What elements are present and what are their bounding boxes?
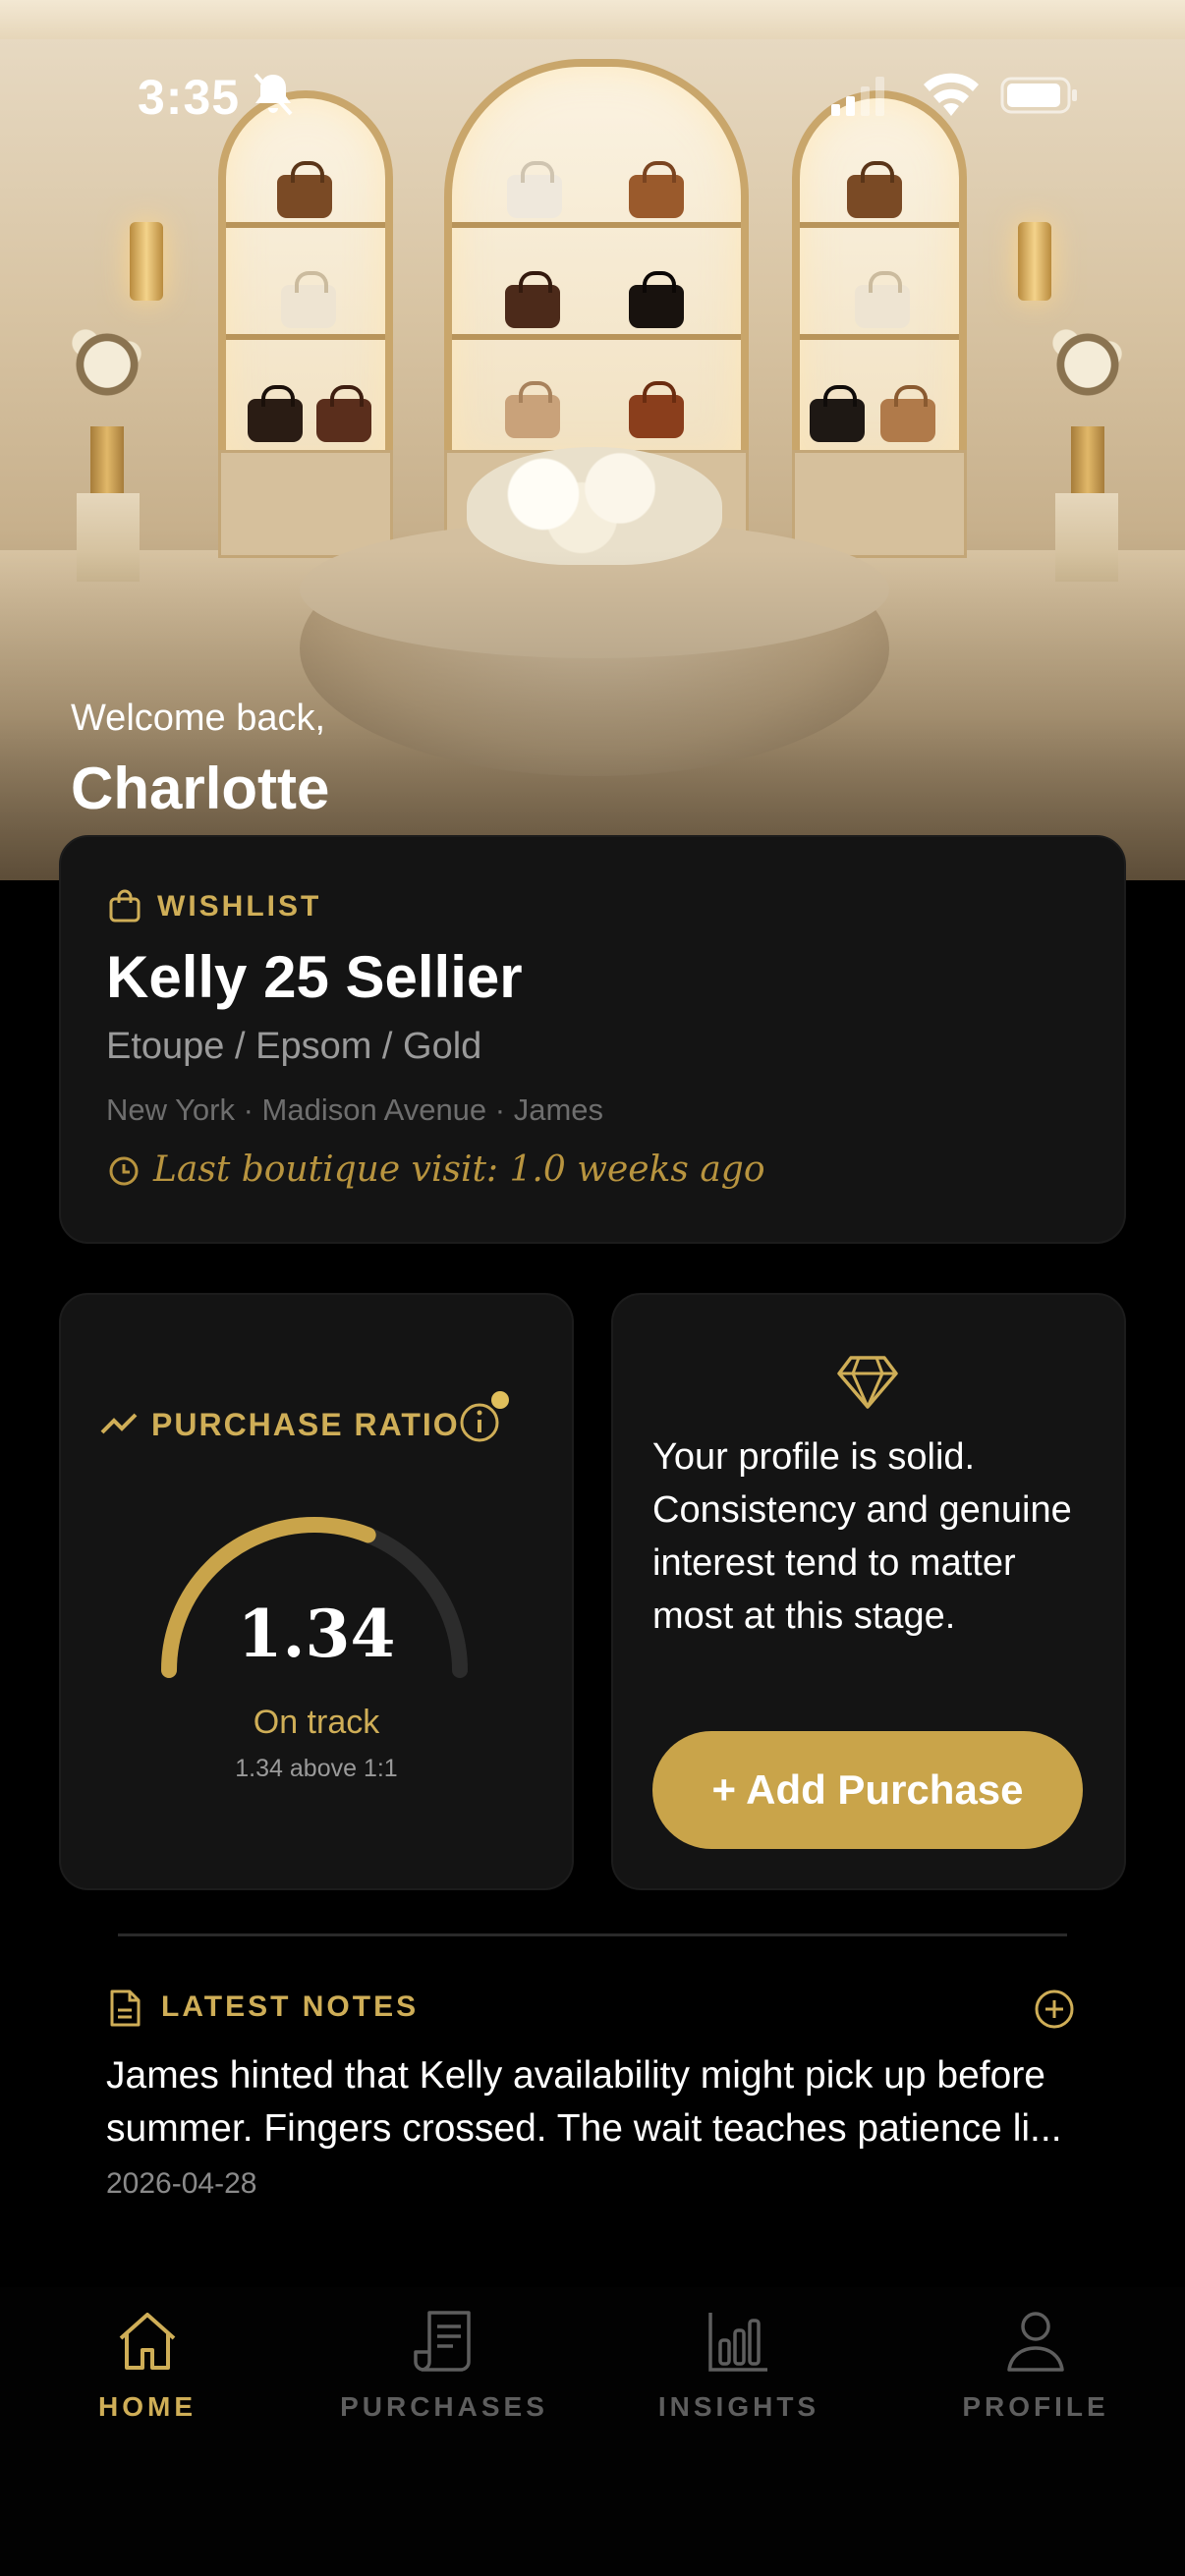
profile-tip-text: Your profile is solid. Consistency and g… — [652, 1436, 1072, 1637]
flower-arrangement — [53, 310, 161, 419]
tab-purchases[interactable]: PURCHASES — [297, 2307, 592, 2454]
bar-chart-icon — [708, 2313, 767, 2372]
latest-note-text[interactable]: James hinted that Kelly availability mig… — [106, 2049, 1099, 2157]
ratio-note: 1.34 above 1:1 — [235, 1755, 398, 1782]
handbag — [248, 385, 303, 442]
handbag — [505, 271, 560, 328]
trending-up-icon — [100, 1413, 138, 1434]
last-visit-text: Last boutique visit: 1.0 weeks ago — [153, 1149, 765, 1190]
bell-muted-icon — [254, 73, 293, 116]
tab-home-label: HOME — [98, 2391, 197, 2422]
shopping-bag-icon — [109, 889, 141, 923]
cellular-signal-icon — [831, 77, 884, 116]
welcome-text: Welcome back, — [71, 698, 326, 739]
home-icon — [119, 2313, 176, 2370]
handbag — [281, 271, 336, 328]
tab-insights-label: INSIGHTS — [657, 2391, 820, 2422]
diamond-icon — [837, 1356, 898, 1409]
tab-profile-label: PROFILE — [962, 2391, 1109, 2422]
battery-icon — [1000, 77, 1077, 114]
document-icon — [110, 1989, 141, 2027]
handbag — [505, 381, 560, 438]
wishlist-item-spec: Etoupe / Epsom / Gold — [106, 1026, 482, 1067]
handbag — [316, 385, 371, 442]
handbag — [880, 385, 935, 442]
handbag — [629, 271, 684, 328]
handbag — [629, 381, 684, 438]
tab-profile[interactable]: PROFILE — [888, 2307, 1183, 2454]
wifi-icon — [924, 73, 979, 116]
tab-purchases-label: PURCHASES — [340, 2391, 548, 2422]
receipt-icon — [414, 2311, 471, 2372]
wall-sconce — [1018, 222, 1051, 301]
status-time: 3:35 — [138, 70, 241, 125]
divider — [118, 1933, 1067, 1936]
latest-notes-label: LATEST NOTES — [161, 1990, 420, 2023]
centerpiece-flowers — [467, 447, 722, 565]
handbag — [810, 385, 865, 442]
latest-note-date: 2026-04-28 — [106, 2167, 257, 2200]
tab-home[interactable]: HOME — [0, 2307, 295, 2454]
person-icon — [1007, 2312, 1064, 2372]
handbag — [855, 271, 910, 328]
wishlist-label: WISHLIST — [157, 890, 322, 923]
wishlist-item-title: Kelly 25 Sellier — [106, 944, 523, 1010]
add-note-icon[interactable] — [1034, 1988, 1075, 2030]
ratio-value: 1.34 — [237, 1596, 396, 1672]
wishlist-location: New York · Madison Avenue · James — [106, 1092, 604, 1127]
purchase-ratio-label: PURCHASE RATIO — [151, 1407, 460, 1442]
notification-dot — [491, 1391, 509, 1409]
ratio-status: On track — [253, 1704, 380, 1741]
flower-arrangement — [1034, 310, 1142, 419]
clock-icon — [109, 1156, 139, 1186]
status-bar: 3:35 — [0, 0, 1185, 196]
wall-sconce — [130, 222, 163, 301]
tab-insights[interactable]: INSIGHTS — [592, 2307, 886, 2454]
add-purchase-button[interactable]: + Add Purchase — [652, 1731, 1083, 1849]
user-name: Charlotte — [71, 756, 330, 821]
